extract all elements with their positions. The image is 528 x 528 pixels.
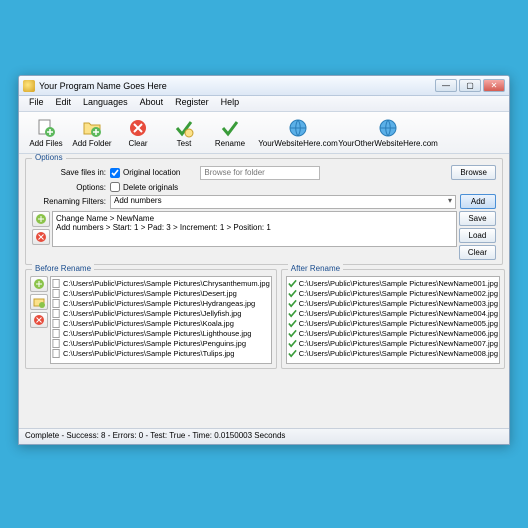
file-icon	[52, 309, 61, 318]
add-folder-icon	[82, 118, 102, 138]
browse-folder-field[interactable]	[200, 166, 320, 180]
menu-about[interactable]: About	[134, 96, 170, 111]
list-item[interactable]: C:\Users\Public\Pictures\Sample Pictures…	[52, 308, 270, 318]
add-folder-button[interactable]: Add Folder	[69, 114, 115, 151]
list-item[interactable]: C:\Users\Public\Pictures\Sample Pictures…	[288, 328, 498, 338]
plus-icon	[35, 213, 47, 225]
check-icon	[288, 329, 297, 338]
maximize-button[interactable]: ▢	[459, 79, 481, 92]
file-icon	[52, 329, 61, 338]
status-text: Complete - Success: 8 - Errors: 0 - Test…	[25, 431, 285, 440]
renaming-filters-label: Renaming Filters:	[32, 197, 110, 206]
filter-remove-button[interactable]	[32, 229, 50, 245]
before-title: Before Rename	[32, 264, 94, 273]
website1-button[interactable]: YourWebsiteHere.com	[253, 114, 343, 151]
filter-line[interactable]: Add numbers > Start: 1 > Pad: 3 > Increm…	[56, 223, 453, 232]
menubar: File Edit Languages About Register Help	[19, 96, 509, 112]
check-icon	[288, 299, 297, 308]
test-icon	[174, 118, 194, 138]
app-window: Your Program Name Goes Here — ▢ ✕ File E…	[18, 75, 510, 445]
after-rename-pane: After Rename C:\Users\Public\Pictures\Sa…	[281, 269, 505, 369]
minimize-button[interactable]: —	[435, 79, 457, 92]
file-icon	[52, 319, 61, 328]
clear-button[interactable]: Clear	[115, 114, 161, 151]
save-filters-button[interactable]: Save	[459, 211, 496, 226]
list-item[interactable]: C:\Users\Public\Pictures\Sample Pictures…	[288, 338, 498, 348]
check-icon	[288, 319, 297, 328]
list-item[interactable]: C:\Users\Public\Pictures\Sample Pictures…	[288, 298, 498, 308]
check-icon	[288, 339, 297, 348]
filter-line[interactable]: Change Name > NewName	[56, 214, 453, 223]
add-filter-button[interactable]: Add	[460, 194, 496, 209]
app-icon	[23, 80, 35, 92]
before-remove-button[interactable]	[30, 312, 48, 328]
check-icon	[288, 309, 297, 318]
window-title: Your Program Name Goes Here	[39, 81, 435, 91]
filter-list[interactable]: Change Name > NewName Add numbers > Star…	[52, 211, 457, 247]
options-group: Options Save files in: Original location…	[25, 158, 503, 265]
menu-edit[interactable]: Edit	[50, 96, 78, 111]
toolbar: Add Files Add Folder Clear Test Rename Y…	[19, 112, 509, 154]
check-icon	[288, 279, 297, 288]
list-item[interactable]: C:\Users\Public\Pictures\Sample Pictures…	[288, 308, 498, 318]
statusbar: Complete - Success: 8 - Errors: 0 - Test…	[19, 428, 509, 444]
globe-icon	[288, 118, 308, 138]
list-item[interactable]: C:\Users\Public\Pictures\Sample Pictures…	[52, 328, 270, 338]
website2-button[interactable]: YourOtherWebsiteHere.com	[343, 114, 433, 151]
plus-icon	[33, 278, 45, 290]
list-item[interactable]: C:\Users\Public\Pictures\Sample Pictures…	[52, 348, 270, 358]
original-location-label: Original location	[123, 168, 180, 177]
before-add-button[interactable]	[30, 276, 48, 292]
clear-icon	[128, 118, 148, 138]
menu-register[interactable]: Register	[169, 96, 215, 111]
menu-languages[interactable]: Languages	[77, 96, 134, 111]
menu-file[interactable]: File	[23, 96, 50, 111]
list-item[interactable]: C:\Users\Public\Pictures\Sample Pictures…	[52, 338, 270, 348]
rename-button[interactable]: Rename	[207, 114, 253, 151]
x-icon	[33, 314, 45, 326]
file-icon	[52, 289, 61, 298]
list-item[interactable]: C:\Users\Public\Pictures\Sample Pictures…	[52, 318, 270, 328]
list-item[interactable]: C:\Users\Public\Pictures\Sample Pictures…	[288, 288, 498, 298]
options-title: Options	[32, 154, 66, 162]
list-item[interactable]: C:\Users\Public\Pictures\Sample Pictures…	[288, 318, 498, 328]
original-location-checkbox[interactable]	[110, 168, 120, 178]
add-files-icon	[36, 118, 56, 138]
menu-help[interactable]: Help	[215, 96, 246, 111]
clear-filters-button[interactable]: Clear	[459, 245, 496, 260]
filter-add-button[interactable]	[32, 211, 50, 227]
file-icon	[52, 299, 61, 308]
test-button[interactable]: Test	[161, 114, 207, 151]
list-item[interactable]: C:\Users\Public\Pictures\Sample Pictures…	[288, 348, 498, 358]
check-icon	[288, 349, 297, 358]
globe-icon	[378, 118, 398, 138]
file-icon	[52, 349, 61, 358]
list-item[interactable]: C:\Users\Public\Pictures\Sample Pictures…	[52, 288, 270, 298]
list-item[interactable]: C:\Users\Public\Pictures\Sample Pictures…	[52, 278, 270, 288]
list-item[interactable]: C:\Users\Public\Pictures\Sample Pictures…	[52, 298, 270, 308]
list-item[interactable]: C:\Users\Public\Pictures\Sample Pictures…	[288, 278, 498, 288]
browse-button[interactable]: Browse	[451, 165, 496, 180]
delete-originals-checkbox[interactable]	[110, 182, 120, 192]
load-filters-button[interactable]: Load	[459, 228, 496, 243]
save-files-label: Save files in:	[32, 168, 110, 177]
check-icon	[288, 289, 297, 298]
after-title: After Rename	[288, 264, 343, 273]
file-icon	[52, 279, 61, 288]
before-rename-pane: Before Rename C:\Users\Public\Pictures\S…	[25, 269, 277, 369]
rename-icon	[220, 118, 240, 138]
close-button[interactable]: ✕	[483, 79, 505, 92]
before-list[interactable]: C:\Users\Public\Pictures\Sample Pictures…	[50, 276, 272, 364]
x-icon	[35, 231, 47, 243]
delete-originals-label: Delete originals	[123, 183, 178, 192]
file-icon	[52, 339, 61, 348]
options-label: Options:	[32, 183, 110, 192]
before-add-folder-button[interactable]	[30, 294, 48, 310]
add-files-button[interactable]: Add Files	[23, 114, 69, 151]
after-list[interactable]: C:\Users\Public\Pictures\Sample Pictures…	[286, 276, 500, 364]
titlebar[interactable]: Your Program Name Goes Here — ▢ ✕	[19, 76, 509, 96]
plus-folder-icon	[33, 296, 45, 308]
filter-select[interactable]: Add numbers	[110, 195, 456, 209]
